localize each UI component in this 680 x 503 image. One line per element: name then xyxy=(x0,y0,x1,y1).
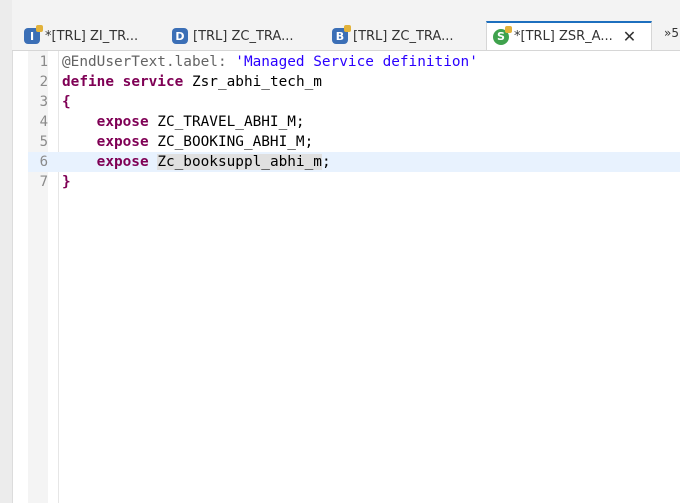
service-definition-icon: S xyxy=(493,25,512,45)
code-token: Zsr_abhi_tech_m xyxy=(183,74,322,90)
line-number: 5 xyxy=(39,134,48,150)
tab-zsr-service[interactable]: S *[TRL] ZSR_A... ✕ xyxy=(486,21,652,50)
code-token: @EndUserText.label: xyxy=(62,54,236,70)
tab-label: [TRL] ZC_TRA... xyxy=(193,28,294,44)
code-token: ZC_TRAVEL_ABHI_M; xyxy=(148,114,305,130)
code-text: expose Zc_booksuppl_abhi_m; xyxy=(62,152,331,172)
code-line[interactable]: 6 expose Zc_booksuppl_abhi_m; xyxy=(28,152,680,172)
tab-label: *[TRL] ZI_TR... xyxy=(45,28,139,44)
interface-view-icon: I xyxy=(24,25,43,44)
tab-zc-travel-bdef[interactable]: B [TRL] ZC_TRA... xyxy=(332,22,482,50)
code-token: { xyxy=(62,94,71,110)
code-line[interactable]: 7} xyxy=(28,172,680,192)
tab-label: [TRL] ZC_TRA... xyxy=(353,28,454,44)
line-number: 2 xyxy=(39,74,48,90)
code-line[interactable]: 2 define service Zsr_abhi_tech_m xyxy=(28,72,680,92)
line-number: 1 xyxy=(39,54,48,70)
code-token: Zc_booksuppl_abhi_m xyxy=(157,154,322,170)
code-token: expose xyxy=(96,114,149,130)
code-line[interactable]: 3{ xyxy=(28,92,680,112)
editor-tab-bar: I *[TRL] ZI_TR... D [TRL] ZC_TRA... B [T… xyxy=(12,0,680,51)
left-side-strip xyxy=(0,0,13,503)
behavior-definition-icon: B xyxy=(332,25,351,44)
code-line[interactable]: 5 expose ZC_BOOKING_ABHI_M; xyxy=(28,132,680,152)
close-icon[interactable]: ✕ xyxy=(623,28,636,45)
tab-zc-travel-ddl[interactable]: D [TRL] ZC_TRA... xyxy=(172,22,322,50)
code-token: ; xyxy=(321,154,331,170)
code-text: } xyxy=(62,172,71,192)
data-definition-icon: D xyxy=(172,28,188,44)
code-editor[interactable]: 1 @EndUserText.label: 'Managed Service de… xyxy=(28,52,680,192)
code-text: @EndUserText.label: 'Managed Service def… xyxy=(62,52,478,72)
code-token: } xyxy=(62,174,71,190)
line-number: 4 xyxy=(39,114,48,130)
code-text: define service Zsr_abhi_tech_m xyxy=(62,72,322,92)
code-text: { xyxy=(62,92,71,112)
line-number: 6 xyxy=(39,154,48,170)
code-text: expose ZC_BOOKING_ABHI_M; xyxy=(62,132,314,152)
code-text: expose ZC_TRAVEL_ABHI_M; xyxy=(62,112,305,132)
tab-zi-travel[interactable]: I *[TRL] ZI_TR... xyxy=(18,22,168,50)
code-line[interactable]: 4 expose ZC_TRAVEL_ABHI_M; xyxy=(28,112,680,132)
tab-label: *[TRL] ZSR_A... xyxy=(514,29,613,44)
code-token: expose xyxy=(96,154,149,170)
code-line[interactable]: 1 @EndUserText.label: 'Managed Service de… xyxy=(28,52,680,72)
code-token: service xyxy=(122,74,184,90)
tab-overflow-button[interactable]: »5 xyxy=(664,26,679,40)
code-token: define xyxy=(62,74,114,90)
line-number: 7 xyxy=(39,174,48,190)
line-number: 3 xyxy=(39,94,48,110)
code-token: 'Managed Service definition' xyxy=(235,54,478,70)
code-token: ZC_BOOKING_ABHI_M; xyxy=(148,134,314,150)
code-token: expose xyxy=(96,134,149,150)
